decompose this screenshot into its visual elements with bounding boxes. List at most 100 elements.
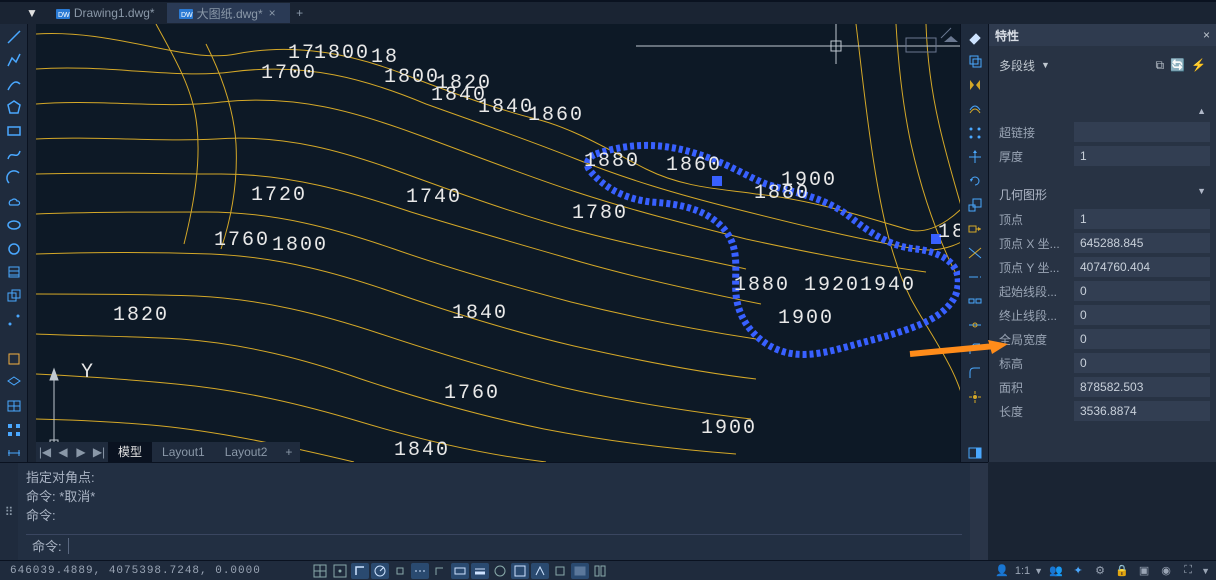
osnap-toggle-icon[interactable] [391,563,409,579]
layout-add-icon[interactable]: + [277,445,300,459]
property-value[interactable]: 1 [1074,146,1210,166]
layout-nav-prev-icon[interactable]: ◀ [54,445,72,459]
property-key: 起始线段... [995,283,1070,300]
break-tool-icon[interactable] [965,292,985,310]
model-toggle-icon[interactable] [571,563,589,579]
copy-tool-icon[interactable] [965,52,985,70]
property-value[interactable]: 878582.503 [1074,377,1210,397]
point-tool-icon[interactable] [4,311,24,329]
table-tool-icon[interactable] [4,397,24,415]
array-tool-icon[interactable] [965,124,985,142]
spline-tool-icon[interactable] [4,146,24,164]
qp-toggle-icon[interactable] [511,563,529,579]
trim-tool-icon[interactable] [965,244,985,262]
mirror-tool-icon[interactable] [965,76,985,94]
toggle-icon[interactable]: ⚡ [1191,58,1206,73]
am-toggle-icon[interactable] [551,563,569,579]
customization-icon[interactable]: ▼ [1201,566,1210,576]
svg-text:DWG: DWG [181,12,193,19]
lwt-toggle-icon[interactable] [471,563,489,579]
dyn-toggle-icon[interactable] [451,563,469,579]
property-value[interactable]: 3536.8874 [1074,401,1210,421]
tile-toggle-icon[interactable] [591,563,609,579]
property-value[interactable]: 4074760.404 [1074,257,1210,277]
tab-list-dropdown[interactable]: ▼ [20,6,44,20]
property-value[interactable]: 645288.845 [1074,233,1210,253]
layout-tab-1[interactable]: Layout1 [152,442,215,462]
property-value[interactable]: 0 [1074,329,1210,349]
annotation-visibility-icon[interactable]: ✦ [1069,563,1087,579]
status-toggles [311,563,609,579]
annotation-scale-icon[interactable]: 👥 [1047,563,1065,579]
pickadd-icon[interactable]: ⧉ [1156,58,1165,73]
line-tool-icon[interactable] [4,28,24,46]
tab-close-icon[interactable]: × [267,6,278,20]
workspace-icon[interactable]: ⚙ [1091,563,1109,579]
cloud-tool-icon[interactable] [4,193,24,211]
scale-tool-icon[interactable] [965,196,985,214]
dropdown-icon[interactable]: ▼ [1041,60,1050,70]
panel-close-icon[interactable]: × [1203,28,1210,42]
layout-nav-last-icon[interactable]: ▶| [90,445,108,459]
layout-tab-model[interactable]: 模型 [108,442,152,462]
circle-tool-icon[interactable] [4,240,24,258]
tab-bigdrawing[interactable]: DWG 大图纸.dwg* × [167,3,290,23]
property-value[interactable]: 0 [1074,353,1210,373]
command-scrollbar[interactable] [970,463,988,560]
tab-drawing1[interactable]: DWG Drawing1.dwg* [44,3,167,23]
otrack-toggle-icon[interactable] [411,563,429,579]
erase-tool-icon[interactable] [965,28,985,46]
scroll-up-icon[interactable]: ▲ [995,102,1210,120]
section-geometry[interactable]: 几何图形 ▼ [995,182,1210,207]
polyline-tool-icon[interactable] [4,52,24,70]
grid-toggle-icon[interactable] [311,563,329,579]
polygon-tool-icon[interactable] [4,99,24,117]
explode-tool-icon[interactable] [965,388,985,406]
ortho-toggle-icon[interactable] [351,563,369,579]
layout-tab-2[interactable]: Layout2 [215,442,278,462]
offset-tool-icon[interactable] [965,100,985,118]
grid-tool-icon[interactable] [4,421,24,439]
ellipse-tool-icon[interactable] [4,217,24,235]
property-value[interactable]: 1 [1074,209,1210,229]
command-drag-handle-icon[interactable]: ⠿ [0,463,18,560]
drawing-canvas[interactable]: 1700171800181800184018201840186018801860… [36,24,960,462]
extend-tool-icon[interactable] [965,268,985,286]
move-tool-icon[interactable] [965,148,985,166]
isolate-icon[interactable]: ◉ [1157,563,1175,579]
stretch-tool-icon[interactable] [965,220,985,238]
view-indicator-icon[interactable] [906,28,958,52]
join-tool-icon[interactable] [965,316,985,334]
polar-toggle-icon[interactable] [371,563,389,579]
region-tool-icon[interactable] [4,287,24,305]
tpy-toggle-icon[interactable] [491,563,509,579]
command-input[interactable] [68,538,962,554]
sc-toggle-icon[interactable] [531,563,549,579]
lock-icon[interactable]: 🔒 [1113,563,1131,579]
layer-tool-icon[interactable] [4,374,24,392]
rotate-tool-icon[interactable] [965,172,985,190]
layout-nav-first-icon[interactable]: |◀ [36,445,54,459]
person-icon[interactable]: 👤 [993,563,1011,579]
cleanscreen-icon[interactable]: ⛶ [1179,563,1197,579]
property-value[interactable]: 0 [1074,305,1210,325]
grip-icon[interactable] [712,176,722,186]
new-tab-button[interactable]: + [290,6,310,20]
hatch-tool-icon[interactable] [4,264,24,282]
scale-label[interactable]: 1:1 [1015,565,1030,577]
quickselect-icon[interactable]: 🔄 [1170,58,1185,73]
property-value[interactable] [1074,122,1210,142]
panel-toggle-icon[interactable] [965,444,985,462]
block-tool-icon[interactable] [4,350,24,368]
circle-arc-tool-icon[interactable] [4,169,24,187]
property-value[interactable]: 0 [1074,281,1210,301]
scale-dropdown-icon[interactable]: ▼ [1034,566,1043,576]
hardware-accel-icon[interactable]: ▣ [1135,563,1153,579]
arc-tool-icon[interactable] [4,75,24,93]
ducs-toggle-icon[interactable] [431,563,449,579]
object-type-label[interactable]: 多段线 [999,57,1035,74]
rectangle-tool-icon[interactable] [4,122,24,140]
snap-toggle-icon[interactable] [331,563,349,579]
layout-nav-next-icon[interactable]: ▶ [72,445,90,459]
dim-tool-icon[interactable] [4,444,24,462]
